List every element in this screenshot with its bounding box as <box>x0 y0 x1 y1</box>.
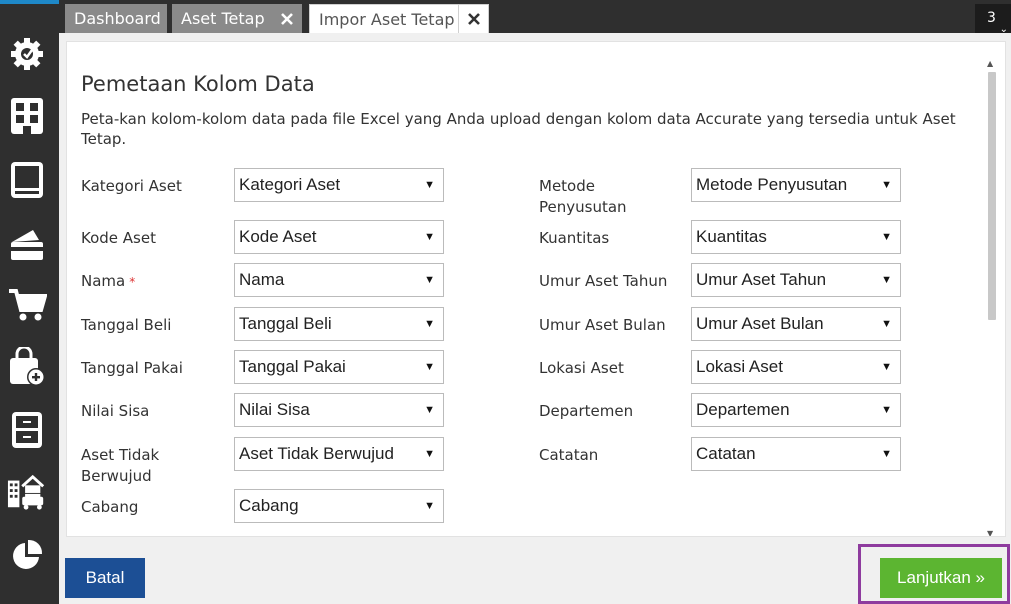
select-kuantitas[interactable]: Kuantitas ▼ <box>691 220 901 254</box>
continue-button[interactable]: Lanjutkan » <box>880 558 1002 598</box>
tab-bar: Dashboard Aset Tetap Impor Aset Tetap 3 … <box>59 0 1011 35</box>
select-value: Nilai Sisa <box>239 400 310 419</box>
select-departemen[interactable]: Departemen ▼ <box>691 393 901 427</box>
dropdown-arrow-icon: ▼ <box>424 318 435 330</box>
page-description: Peta-kan kolom-kolom data pada file Exce… <box>81 110 956 148</box>
label-lokasi-aset: Lokasi Aset <box>539 359 624 377</box>
sidebar-accent-line <box>0 0 59 4</box>
cabinet-icon[interactable] <box>7 410 47 450</box>
select-value: Tanggal Beli <box>239 314 332 333</box>
dropdown-arrow-icon: ▼ <box>424 274 435 286</box>
dropdown-arrow-icon: ▼ <box>424 404 435 416</box>
select-metode-penyusutan[interactable]: Metode Penyusutan ▼ <box>691 168 901 202</box>
label-catatan: Catatan <box>539 446 599 464</box>
select-umur-aset-bulan[interactable]: Umur Aset Bulan ▼ <box>691 307 901 341</box>
select-tanggal-beli[interactable]: Tanggal Beli ▼ <box>234 307 444 341</box>
select-nilai-sisa[interactable]: Nilai Sisa ▼ <box>234 393 444 427</box>
dropdown-arrow-icon: ▼ <box>424 231 435 243</box>
main-area: Pemetaan Kolom Data Peta-kan kolom-kolom… <box>59 33 1011 604</box>
settings-gear-icon[interactable] <box>7 34 47 74</box>
sidebar <box>0 0 59 604</box>
select-value: Lokasi Aset <box>696 357 783 376</box>
tab-count-value: 3 <box>987 10 996 26</box>
dropdown-arrow-icon: ▼ <box>424 448 435 460</box>
select-value: Umur Aset Tahun <box>696 270 827 289</box>
ledger-book-icon[interactable] <box>7 160 47 200</box>
shopping-cart-icon[interactable] <box>7 285 47 325</box>
label-kode-aset: Kode Aset <box>81 229 156 247</box>
select-lokasi-aset[interactable]: Lokasi Aset ▼ <box>691 350 901 384</box>
required-marker: * <box>129 275 136 289</box>
dropdown-arrow-icon: ▼ <box>881 274 892 286</box>
dropdown-arrow-icon: ▼ <box>424 500 435 512</box>
select-nama[interactable]: Nama ▼ <box>234 263 444 297</box>
dropdown-arrow-icon: ▼ <box>881 361 892 373</box>
label-metode-penyusutan: Metode Penyusutan <box>539 177 627 216</box>
scroll-up-icon[interactable]: ▲ <box>987 59 993 68</box>
select-value: Kuantitas <box>696 227 767 246</box>
tab-dashboard[interactable]: Dashboard <box>65 4 167 33</box>
tab-count-dropdown[interactable]: 3 ⌄ <box>975 4 1011 35</box>
label-aset-tidak-berwujud: Aset Tidak Berwujud <box>81 446 160 485</box>
label-departemen: Departemen <box>539 402 634 420</box>
dropdown-arrow-icon: ▼ <box>881 231 892 243</box>
tab-impor-aset-tetap[interactable]: Impor Aset Tetap <box>309 4 459 33</box>
dropdown-arrow-icon: ▼ <box>424 361 435 373</box>
select-umur-aset-tahun[interactable]: Umur Aset Tahun ▼ <box>691 263 901 297</box>
label-kategori-aset: Kategori Aset <box>81 177 182 195</box>
select-value: Cabang <box>239 496 299 515</box>
dropdown-arrow-icon: ▼ <box>881 448 892 460</box>
label-tanggal-pakai: Tanggal Pakai <box>81 359 183 377</box>
vertical-scrollbar[interactable]: ▲ ▼ <box>985 59 999 536</box>
select-value: Nama <box>239 270 285 289</box>
close-tab-impor-icon[interactable] <box>459 4 489 33</box>
building-icon[interactable] <box>7 96 47 136</box>
add-bag-icon[interactable] <box>7 347 47 387</box>
label-umur-aset-bulan: Umur Aset Bulan <box>539 316 666 334</box>
select-value: Aset Tidak Berwujud <box>239 444 394 463</box>
dropdown-arrow-icon: ▼ <box>881 179 892 191</box>
cancel-button[interactable]: Batal <box>65 558 145 598</box>
label-nilai-sisa: Nilai Sisa <box>81 402 150 420</box>
select-value: Kode Aset <box>239 227 317 246</box>
select-cabang[interactable]: Cabang ▼ <box>234 489 444 523</box>
label-cabang: Cabang <box>81 498 139 516</box>
select-value: Tanggal Pakai <box>239 357 346 376</box>
select-value: Departemen <box>696 400 790 419</box>
label-nama: Nama * <box>81 271 135 293</box>
select-tanggal-pakai[interactable]: Tanggal Pakai ▼ <box>234 350 444 384</box>
label-umur-aset-tahun: Umur Aset Tahun <box>539 272 668 290</box>
scrollbar-thumb[interactable] <box>988 72 996 320</box>
page-title: Pemetaan Kolom Data <box>81 72 315 96</box>
dropdown-arrow-icon: ▼ <box>881 404 892 416</box>
tab-aset-tetap[interactable]: Aset Tetap <box>172 4 273 33</box>
payment-card-icon[interactable] <box>7 224 47 264</box>
label-tanggal-beli: Tanggal Beli <box>81 316 172 334</box>
scroll-down-icon[interactable]: ▼ <box>987 529 993 536</box>
select-kategori-aset[interactable]: Kategori Aset ▼ <box>234 168 444 202</box>
select-aset-tidak-berwujud[interactable]: Aset Tidak Berwujud ▼ <box>234 437 444 471</box>
label-nama-text: Nama <box>81 272 126 290</box>
dropdown-arrow-icon: ▼ <box>881 318 892 330</box>
label-kuantitas: Kuantitas <box>539 229 610 247</box>
select-value: Umur Aset Bulan <box>696 314 824 333</box>
select-kode-aset[interactable]: Kode Aset ▼ <box>234 220 444 254</box>
select-value: Kategori Aset <box>239 175 341 194</box>
buildings-car-icon[interactable] <box>7 472 47 512</box>
dropdown-arrow-icon: ▼ <box>424 179 435 191</box>
mapping-panel: Pemetaan Kolom Data Peta-kan kolom-kolom… <box>66 41 1006 537</box>
select-catatan[interactable]: Catatan ▼ <box>691 437 901 471</box>
select-value: Metode Penyusutan <box>696 175 848 194</box>
pie-chart-icon[interactable] <box>7 535 47 575</box>
select-value: Catatan <box>696 444 756 463</box>
close-tab-aset-tetap-icon[interactable] <box>272 4 302 33</box>
